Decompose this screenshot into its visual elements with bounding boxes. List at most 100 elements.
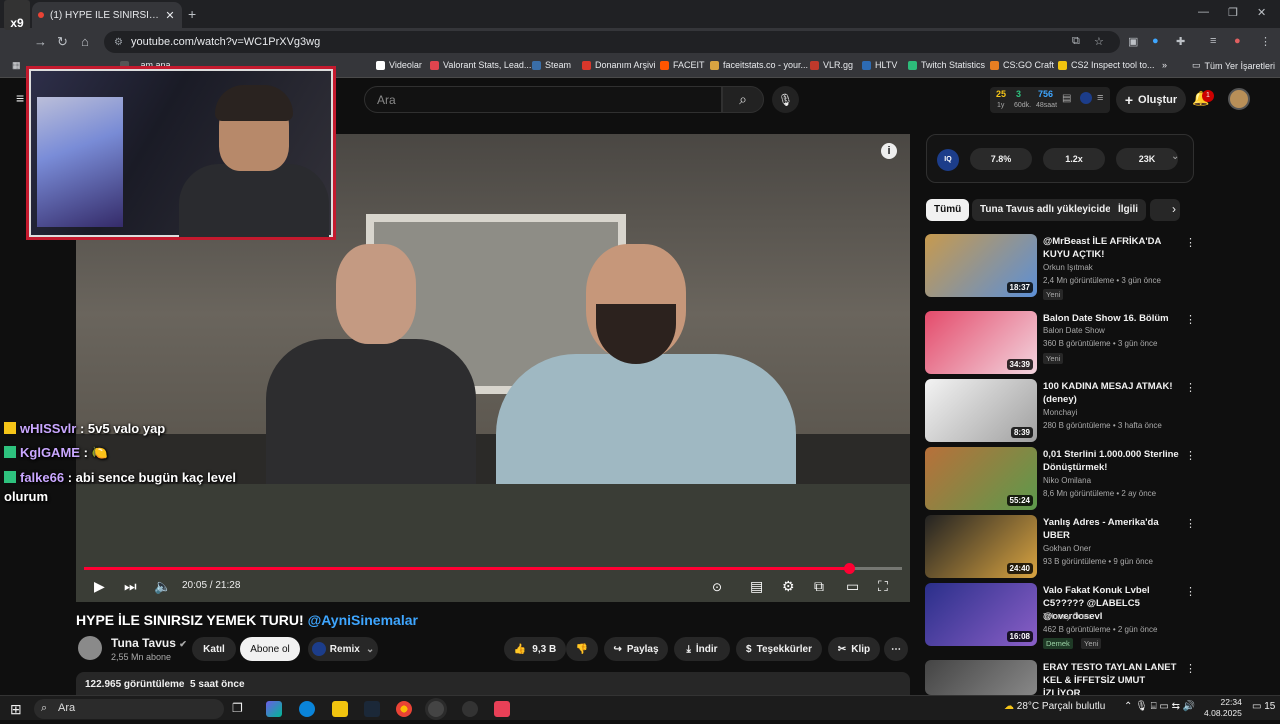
reload-icon[interactable]: ↻	[57, 34, 68, 50]
search-icon[interactable]: ⌕	[722, 86, 764, 113]
recommended-video[interactable]: 24:40 Yanlış Adres - Amerika'da UBER Gokha…	[925, 515, 1196, 579]
bookmark-item[interactable]: HLTV	[862, 60, 897, 70]
download-button[interactable]: ⤓ İndir	[674, 637, 730, 661]
notification-center[interactable]: ▭ 15	[1252, 701, 1275, 712]
profile-icon[interactable]: ●	[1234, 35, 1241, 47]
share-button[interactable]: ↪ Paylaş	[604, 637, 668, 661]
valorant-icon[interactable]	[494, 701, 510, 717]
recommended-video[interactable]: 55:24 0,01 Sterlini 1.000.000 Sterline Dö…	[925, 447, 1196, 511]
extension-icon[interactable]: ●	[1152, 35, 1159, 47]
mic-icon[interactable]: 🎙	[772, 86, 799, 113]
steam-icon[interactable]	[364, 701, 380, 717]
edge-icon[interactable]	[299, 701, 315, 717]
info-icon[interactable]: i	[881, 143, 897, 159]
volume-icon[interactable]: 🔈	[154, 578, 171, 595]
bookmark-item[interactable]: VLR.gg	[810, 60, 853, 70]
close-icon[interactable]: ✕	[164, 9, 176, 22]
join-button[interactable]: Katıl	[192, 637, 236, 661]
more-icon[interactable]: ⋮	[1185, 662, 1196, 675]
clock[interactable]: 22:34 4.08.2025	[1204, 697, 1242, 719]
more-icon[interactable]: ⋮	[1185, 585, 1196, 598]
mention-link[interactable]: @AyniSinemalar	[308, 612, 418, 628]
dislike-button[interactable]: 👎	[566, 637, 598, 661]
video-title-link[interactable]: @MrBeast İLE AFRİKA'DA KUYU AÇTIK!	[1043, 235, 1179, 261]
recommended-video[interactable]: 34:39 Balon Date Show 16. Bölüm Balon Date…	[925, 311, 1196, 375]
apps-icon[interactable]: ▦	[12, 60, 21, 71]
site-info-icon[interactable]: ⚙	[114, 37, 123, 48]
recommended-video[interactable]: 18:37 @MrBeast İLE AFRİKA'DA KUYU AÇTIK! O…	[925, 234, 1196, 300]
channel-name[interactable]: Monchayi	[1043, 408, 1077, 417]
channel-name[interactable]: Tuna Tavus ✔	[111, 636, 187, 650]
bookmark-item[interactable]: Twitch Statistics	[908, 60, 985, 70]
video-thumbnail[interactable]	[925, 660, 1037, 695]
file-explorer-icon[interactable]	[332, 701, 348, 717]
more-icon[interactable]: ⋮	[1185, 236, 1196, 249]
extension-icon[interactable]: ▣	[1128, 35, 1138, 48]
video-title-link[interactable]: Yanlış Adres - Amerika'da UBER	[1043, 516, 1179, 542]
close-window-icon[interactable]: ✕	[1257, 6, 1266, 19]
taskbar-search[interactable]: ⌕ Ara	[34, 699, 224, 719]
bookmark-item[interactable]: Donanım Arşivi	[582, 60, 656, 70]
app-icon[interactable]	[462, 701, 478, 717]
browser-tab[interactable]: (1) HYPE İLE SINIRSIZ YEMEK TU ✕	[32, 2, 182, 28]
maximize-icon[interactable]: ❐	[1228, 6, 1238, 19]
subtitles-icon[interactable]: ▤	[750, 578, 763, 595]
new-tab-button[interactable]: +	[188, 6, 196, 22]
ext-stat-chip[interactable]: 23K	[1116, 148, 1178, 170]
extensions-puzzle-icon[interactable]: ✚	[1176, 35, 1185, 48]
install-icon[interactable]: ⧉	[1072, 35, 1080, 48]
channel-name[interactable]: Gokhan Oner	[1043, 544, 1091, 553]
hamburger-icon[interactable]: ≡	[16, 90, 24, 106]
chip-from-uploader[interactable]: Tuna Tavus adlı yükleyiciden	[972, 199, 1125, 221]
task-view-icon[interactable]: ❐	[232, 701, 248, 717]
video-thumbnail[interactable]: 24:40	[925, 515, 1037, 578]
tray-icons[interactable]: ⌃ 🎙 ⌸ ▭ ⇆ 🔊	[1124, 701, 1195, 712]
video-thumbnail[interactable]: 34:39	[925, 311, 1037, 374]
bookmark-item[interactable]: CS:GO Craft	[990, 60, 1054, 70]
chevron-down-icon[interactable]: ⌄	[1171, 151, 1179, 162]
chevron-right-icon[interactable]: ›	[1172, 202, 1176, 216]
menu-icon[interactable]: ⋮	[1260, 35, 1271, 48]
copilot-icon[interactable]	[266, 701, 282, 717]
recommended-video[interactable]: 16:08 Valo Fakat Konuk Lvbel C5????? @LAB…	[925, 583, 1196, 649]
channel-name[interactable]: Orkun Işıtmak	[1043, 263, 1093, 272]
progress-handle[interactable]	[843, 563, 855, 574]
bookmark-item[interactable]: faceitstats.co - your...	[710, 60, 808, 70]
video-thumbnail[interactable]: 18:37	[925, 234, 1037, 297]
video-thumbnail[interactable]: 16:08	[925, 583, 1037, 646]
bookmark-item[interactable]: FACEIT	[660, 60, 705, 70]
more-icon[interactable]: ⋮	[1185, 517, 1196, 530]
all-bookmarks[interactable]: ▭ Tüm Yer İşaretleri	[1192, 60, 1275, 71]
weather-widget[interactable]: ☁ 28°C Parçalı bulutlu	[1004, 701, 1105, 712]
fullscreen-icon[interactable]: ⛶	[878, 578, 888, 595]
ext-stat-chip[interactable]: 7.8%	[970, 148, 1032, 170]
bookmark-star-icon[interactable]: ☆	[1094, 35, 1104, 48]
chrome-active-icon[interactable]	[428, 701, 444, 717]
more-actions-button[interactable]: ⋯	[884, 637, 908, 661]
bookmark-item[interactable]: CS2 Inspect tool to...	[1058, 60, 1155, 70]
chip-related[interactable]: İlgili	[1110, 199, 1146, 221]
chip-all[interactable]: Tümü	[926, 199, 970, 221]
extension-stats[interactable]: 25 1y 3 60dk. 756 48saat ▤ ≡	[990, 87, 1110, 113]
chrome-icon[interactable]	[396, 701, 412, 717]
theater-icon[interactable]: ▭	[846, 578, 859, 595]
more-icon[interactable]: ⋮	[1185, 381, 1196, 394]
settings-icon[interactable]: ⚙	[782, 578, 795, 595]
bookmark-item[interactable]: Videolar	[376, 60, 422, 70]
video-thumbnail[interactable]: 55:24	[925, 447, 1037, 510]
clip-button[interactable]: ✂ Klip	[828, 637, 880, 661]
subscribe-button[interactable]: Abone ol	[240, 637, 300, 661]
address-bar[interactable]: ⚙ youtube.com/watch?v=WC1PrXVg3wg	[104, 31, 1120, 53]
play-icon[interactable]: ▶	[94, 578, 105, 595]
video-title-link[interactable]: 0,01 Sterlini 1.000.000 Sterline Dönüştü…	[1043, 448, 1179, 474]
progress-bar[interactable]	[84, 563, 902, 574]
home-icon[interactable]: ⌂	[81, 34, 89, 49]
channel-name[interactable]: Tolunay Ören	[1043, 612, 1091, 621]
video-title-link[interactable]: 100 KADINA MESAJ ATMAK! (deney)	[1043, 380, 1179, 406]
create-button[interactable]: + Oluştur	[1116, 86, 1186, 113]
video-title-link[interactable]: Balon Date Show 16. Bölüm	[1043, 312, 1179, 325]
remix-button[interactable]: Remix ⌄	[308, 637, 378, 661]
channel-name[interactable]: Balon Date Show	[1043, 326, 1105, 335]
bookmark-item[interactable]: Valorant Stats, Lead...	[430, 60, 531, 70]
search-input[interactable]: Ara	[364, 86, 722, 113]
